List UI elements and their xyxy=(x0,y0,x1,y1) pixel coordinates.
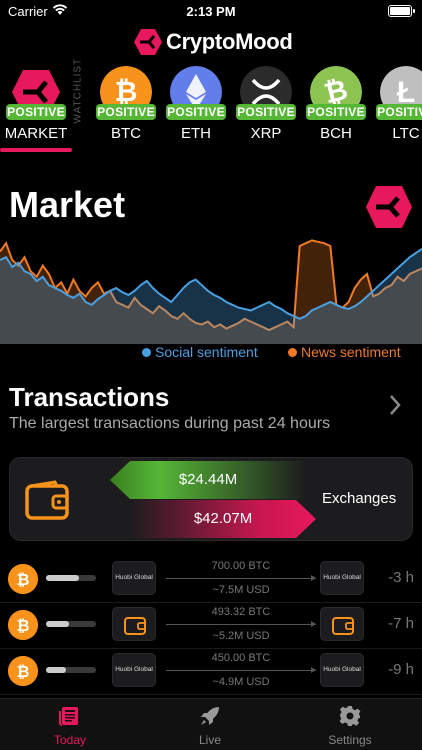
bitcoin-icon: ₿ xyxy=(8,656,38,686)
inflow-value: $24.44M xyxy=(178,471,238,488)
outflow-arrow: $42.07M xyxy=(130,500,316,538)
tab-today[interactable]: Today xyxy=(0,705,140,749)
coin-label: LTC xyxy=(392,125,420,142)
newspaper-icon xyxy=(59,707,78,726)
tab-label: Live xyxy=(198,733,221,747)
btc-amount: 450.00 BTC xyxy=(211,652,271,664)
coin-label: MARKET xyxy=(4,125,68,142)
exchange-name: Huobi Global xyxy=(323,574,361,581)
tab-settings[interactable]: Settings xyxy=(280,705,420,749)
size-bar xyxy=(46,621,96,627)
sentiment-chart xyxy=(0,239,422,344)
watchlist-divider: WATCHLIST xyxy=(70,57,84,126)
tab-live[interactable]: Live xyxy=(140,705,280,749)
coin-bch[interactable]: ₿ POSITIVE BCH xyxy=(300,66,370,146)
transactions-title[interactable]: Transactions xyxy=(9,382,169,413)
usd-amount: ~5.2M USD xyxy=(212,630,270,642)
cryptomood-logo-icon xyxy=(134,29,162,55)
to-exchange: Huobi Global xyxy=(320,653,364,687)
time-ago: -9 h xyxy=(388,661,414,678)
time-ago: -7 h xyxy=(388,615,414,632)
svg-text:₿: ₿ xyxy=(115,76,138,107)
wallet-icon xyxy=(332,617,354,635)
coin-label: ETH xyxy=(181,125,211,142)
exchange-flow-card[interactable]: $24.44M $42.07M Exchanges xyxy=(9,457,413,541)
transactions-subtitle: The largest transactions during past 24 … xyxy=(9,415,331,432)
legend-dot xyxy=(142,348,151,357)
btc-amount: 700.00 BTC xyxy=(211,560,271,572)
coin-xrp[interactable]: POSITIVE XRP xyxy=(230,66,300,146)
app-title: CryptoMood xyxy=(166,29,293,54)
transaction-row[interactable]: ₿ 493.32 BTC ~5.2M USD -7 h xyxy=(0,603,422,649)
coin-ltc[interactable]: Ł POSITIVE LTC xyxy=(370,66,422,146)
bitcoin-icon: ₿ xyxy=(8,610,38,640)
exchange-name: Huobi Global xyxy=(323,666,361,673)
from-wallet xyxy=(112,607,156,641)
legend-item-news: News sentiment xyxy=(288,344,401,360)
exchanges-label: Exchanges xyxy=(322,490,397,507)
legend-label: News sentiment xyxy=(301,344,401,360)
tab-label: Settings xyxy=(328,733,372,747)
outflow-value: $42.07M xyxy=(193,510,253,527)
watchlist-label: WATCHLIST xyxy=(72,57,84,124)
rocket-icon xyxy=(201,707,219,725)
market-logo-icon xyxy=(366,186,412,228)
time-ago: -3 h xyxy=(388,569,414,586)
size-bar-fill xyxy=(46,575,79,581)
coin-label: BCH xyxy=(320,125,352,142)
sentiment-badge: POSITIVE xyxy=(306,104,366,120)
svg-text:₿: ₿ xyxy=(16,663,29,681)
sentiment-badge: POSITIVE xyxy=(166,104,226,120)
clock: 2:13 PM xyxy=(186,4,236,19)
transaction-row[interactable]: ₿ Huobi Global 450.00 BTC ~4.9M USD Huob… xyxy=(0,649,422,695)
active-tab-indicator xyxy=(0,148,72,152)
usd-amount: ~7.5M USD xyxy=(212,584,270,596)
app-header: CryptoMood xyxy=(0,26,422,58)
sentiment-badge: POSITIVE xyxy=(236,104,296,120)
chevron-right-icon[interactable] xyxy=(388,394,402,416)
from-exchange: Huobi Global xyxy=(112,561,156,595)
wallet-icon xyxy=(25,480,69,520)
from-exchange: Huobi Global xyxy=(112,653,156,687)
arrow-right-icon xyxy=(166,575,316,581)
exchange-name: Huobi Global xyxy=(115,574,153,581)
svg-text:₿: ₿ xyxy=(16,617,29,635)
tab-bar: Today Live Settings xyxy=(0,698,422,750)
size-bar-fill xyxy=(46,667,66,673)
to-exchange: Huobi Global xyxy=(320,561,364,595)
inflow-arrow: $24.44M xyxy=(110,461,306,499)
legend-label: Social sentiment xyxy=(155,344,258,360)
chart-legend: Social sentiment News sentiment xyxy=(0,344,422,362)
bitcoin-icon: ₿ xyxy=(8,564,38,594)
tab-label: Today xyxy=(53,733,87,747)
exchange-name: Huobi Global xyxy=(115,666,153,673)
usd-amount: ~4.9M USD xyxy=(212,676,270,688)
svg-text:₿: ₿ xyxy=(16,571,29,589)
transaction-row[interactable]: ₿ Huobi Global 700.00 BTC ~7.5M USD Huob… xyxy=(0,557,422,603)
legend-dot xyxy=(288,348,297,357)
arrow-right-icon xyxy=(166,621,316,627)
coin-btc[interactable]: ₿ POSITIVE BTC xyxy=(90,66,160,146)
coin-label: XRP xyxy=(250,125,282,142)
sentiment-badge: POSITIVE xyxy=(6,104,66,120)
battery-icon xyxy=(388,5,415,17)
size-bar-fill xyxy=(46,621,69,627)
sentiment-badge: POSITIVE xyxy=(376,104,422,120)
size-bar xyxy=(46,667,96,673)
size-bar xyxy=(46,575,96,581)
coin-eth[interactable]: POSITIVE ETH xyxy=(160,66,230,146)
sentiment-badge: POSITIVE xyxy=(96,104,156,120)
legend-item-social: Social sentiment xyxy=(142,344,258,360)
coin-market[interactable]: POSITIVE MARKET xyxy=(0,66,70,146)
gear-icon xyxy=(339,706,361,726)
market-title: Market xyxy=(9,184,126,225)
btc-amount: 493.32 BTC xyxy=(211,606,271,618)
coin-label: BTC xyxy=(111,125,141,142)
wallet-icon xyxy=(124,617,146,635)
arrow-right-icon xyxy=(166,667,316,673)
status-bar: Carrier 2:13 PM xyxy=(0,0,422,22)
to-wallet xyxy=(320,607,364,641)
coin-strip[interactable]: POSITIVE MARKET WATCHLIST ₿ POSITIVE BTC… xyxy=(0,57,422,154)
